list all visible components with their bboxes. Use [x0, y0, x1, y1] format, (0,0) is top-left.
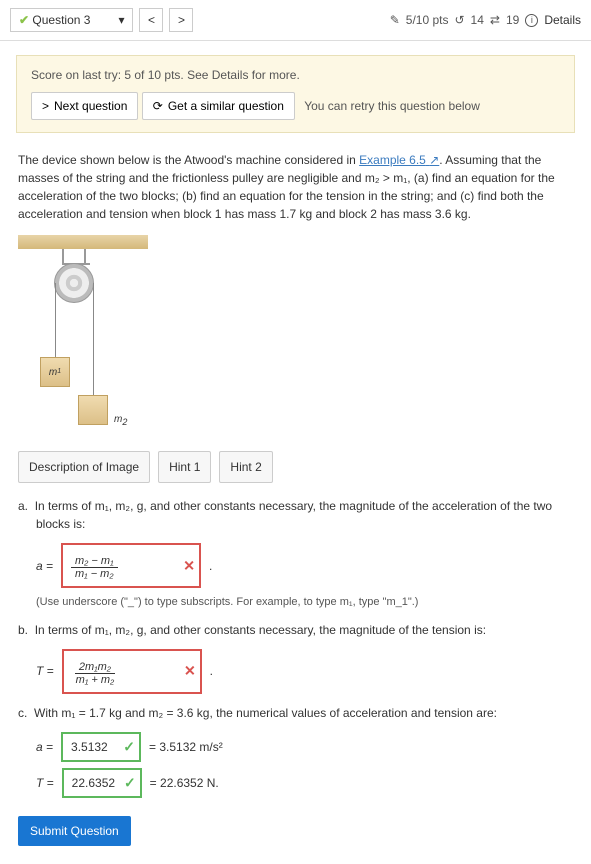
external-icon: ↗ — [429, 153, 439, 167]
score-box: Score on last try: 5 of 10 pts. See Deta… — [16, 55, 575, 133]
tab-hint-2[interactable]: Hint 2 — [219, 451, 272, 483]
wrong-icon: ✕ — [183, 555, 195, 576]
problem-text: The device shown below is the Atwood's m… — [18, 151, 573, 223]
next-question-button[interactable]: > — [169, 8, 193, 32]
subscript-note: (Use underscore ("_") to type subscripts… — [36, 594, 573, 611]
part-a: a. In terms of m₁, m₂, g, and other cons… — [18, 497, 573, 533]
answer-c-t-input[interactable]: 22.6352 ✓ — [62, 768, 142, 798]
result-a: = 3.5132 m/s² — [149, 738, 223, 756]
swap-icon: ⇄ — [490, 13, 500, 27]
problem-body: The device shown below is the Atwood's m… — [0, 147, 591, 864]
mass-2 — [78, 395, 108, 425]
correct-icon: ✓ — [123, 736, 135, 757]
retry-text: You can retry this question below — [304, 99, 480, 113]
chevron-down-icon: ▾ — [118, 13, 124, 27]
info-icon: i — [525, 14, 538, 27]
similar-question-button[interactable]: ⟳ Get a similar question — [142, 92, 295, 120]
stats: ✎ 5/10 pts ↺ 14 ⇄ 19 i Details — [390, 13, 581, 27]
var-a2: a = — [36, 738, 53, 756]
submit-button[interactable]: Submit Question — [18, 816, 131, 846]
mass-1: m1 — [40, 357, 70, 387]
var-t2: T = — [36, 774, 54, 792]
retry-icon: ↺ — [454, 13, 464, 27]
question-label: Question 3 — [32, 13, 90, 27]
check-icon: ✔ — [19, 13, 29, 27]
details-link[interactable]: Details — [544, 13, 581, 27]
example-link[interactable]: Example 6.5 ↗ — [359, 153, 439, 167]
atwood-diagram: m1 m2 — [18, 235, 158, 435]
hint-tabs: Description of Image Hint 1 Hint 2 — [18, 451, 573, 483]
correct-icon: ✓ — [124, 772, 136, 793]
answer-a-input[interactable]: m₂ − m₁m₁ − m₂ ✕ — [61, 543, 201, 588]
result-t: = 22.6352 N. — [150, 774, 219, 792]
period: . — [210, 662, 213, 680]
tab-hint-1[interactable]: Hint 1 — [158, 451, 211, 483]
score-text: Score on last try: 5 of 10 pts. See Deta… — [31, 68, 560, 82]
wrong-icon: ✕ — [184, 661, 196, 682]
prev-question-button[interactable]: < — [139, 8, 163, 32]
points-label: 5/10 pts — [406, 13, 449, 27]
attempts-used: 14 — [471, 13, 484, 27]
next-question-link[interactable]: > Next question — [31, 92, 138, 120]
attempts-total: 19 — [506, 13, 519, 27]
answer-b-input[interactable]: 2m₁m₂m₁ + m₂ ✕ — [62, 649, 202, 694]
edit-icon: ✎ — [390, 13, 400, 27]
var-a: a = — [36, 557, 53, 575]
answer-c-a-input[interactable]: 3.5132 ✓ — [61, 732, 141, 762]
part-b: b. In terms of m₁, m₂, g, and other cons… — [18, 621, 573, 639]
mass-2-label: m2 — [114, 412, 127, 430]
part-c: c. With m₁ = 1.7 kg and m₂ = 3.6 kg, the… — [18, 704, 573, 722]
var-t: T = — [36, 662, 54, 680]
tab-description[interactable]: Description of Image — [18, 451, 150, 483]
question-selector[interactable]: ✔ Question 3 ▾ — [10, 8, 133, 32]
reload-icon: ⟳ — [153, 99, 163, 113]
period: . — [209, 557, 212, 575]
question-header: ✔ Question 3 ▾ < > ✎ 5/10 pts ↺ 14 ⇄ 19 … — [0, 0, 591, 41]
